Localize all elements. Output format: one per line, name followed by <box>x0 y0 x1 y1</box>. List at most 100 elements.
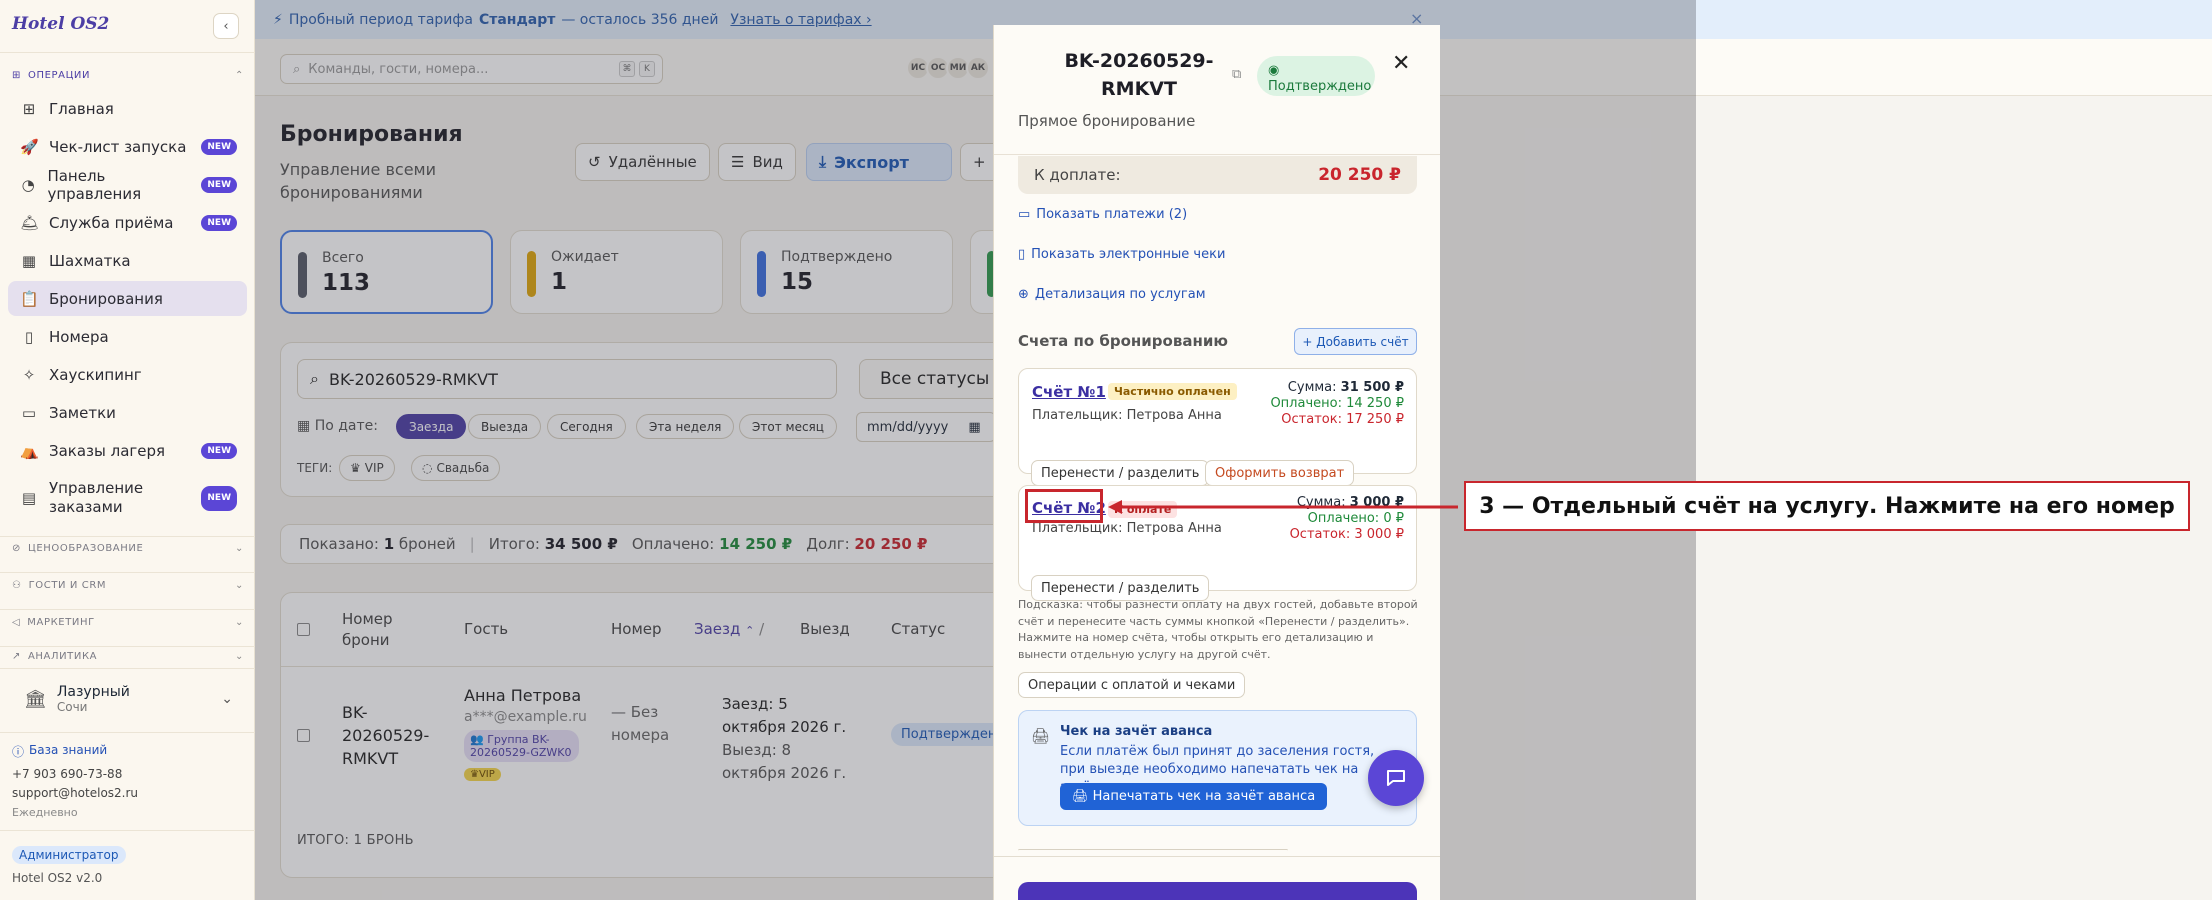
sidebar-item-label: Служба приёма <box>49 213 174 232</box>
knowledge-base-label: База знаний <box>29 743 108 757</box>
app-version: Hotel OS2 v2.0 <box>12 871 103 885</box>
drawer-subtitle: Прямое бронирование <box>1018 112 1196 130</box>
sidebar-item-label: Номера <box>49 327 109 346</box>
sidebar-divider <box>0 830 255 831</box>
chevron-down-icon: ⌄ <box>235 579 244 591</box>
gauge-icon: ◔ <box>21 175 35 194</box>
help-icon: ⓘ <box>12 745 25 759</box>
sum-value: 31 500 ₽ <box>1340 380 1404 395</box>
support-email[interactable]: support@hotelos2.ru <box>12 786 138 800</box>
sidebar-item-bookings[interactable]: 📋 Бронирования <box>8 281 247 316</box>
sidebar-item-label: Заметки <box>49 403 116 422</box>
sidebar-item-launch-checklist[interactable]: 🚀 Чек-лист запуска NEW <box>8 129 247 164</box>
note-icon: ▭ <box>21 403 37 422</box>
show-payments-link[interactable]: ▭ Показать платежи (2) <box>1018 207 1187 222</box>
annotation-highlight <box>1025 489 1103 523</box>
sidebar-item-rooms[interactable]: ▯ Номера <box>8 319 247 354</box>
sidebar-item-label: Чек-лист запуска <box>49 137 187 156</box>
sidebar-item-home[interactable]: ⊞ Главная <box>8 91 247 126</box>
sidebar-item-camp-orders[interactable]: ⛺ Заказы лагеря NEW <box>8 433 247 468</box>
check-circle-icon: ◉ <box>1268 63 1280 78</box>
printer-icon: 🖨 <box>1031 727 1051 745</box>
sidebar-divider <box>0 646 255 647</box>
sidebar-item-dashboard[interactable]: ◔ Панель управления NEW <box>8 166 247 203</box>
sidebar-divider <box>0 52 255 53</box>
sidebar-item-order-management[interactable]: ▤ Управление заказами NEW <box>8 476 247 520</box>
sidebar-section-operations[interactable]: ⊞ ОПЕРАЦИИ ⌃ <box>12 64 244 86</box>
account-sum: Сумма: 31 500 ₽ <box>1270 380 1404 396</box>
print-advance-button[interactable]: 🖨 Напечатать чек на зачёт аванса <box>1060 783 1328 810</box>
annotation-arrow-icon <box>1108 500 1458 514</box>
drawer-primary-button[interactable] <box>1018 882 1417 900</box>
payment-operations-button[interactable]: Операции с оплатой и чеками <box>1018 672 1246 698</box>
new-badge: NEW <box>201 176 237 193</box>
drawer-title: BK-20260529-RMKVT <box>1064 50 1214 100</box>
receipt-icon: ▯ <box>1018 247 1026 262</box>
drawer-header: BK-20260529-RMKVT ⧉ ◉ Подтверждено ✕ Прям… <box>994 25 1440 155</box>
sidebar-item-label: Шахматка <box>49 251 131 270</box>
sidebar-item-front-desk[interactable]: 🛎 Служба приёма NEW <box>8 205 247 240</box>
sidebar-section-analytics[interactable]: ↗ АНАЛИТИКА ⌄ <box>12 648 244 664</box>
booking-drawer: К доплате: 20 250 ₽ BK-20260529-RMKVT ⧉ … <box>993 25 1440 900</box>
new-badge: NEW <box>201 138 237 155</box>
modal-backdrop[interactable] <box>255 0 1696 900</box>
megaphone-icon: ◁ <box>12 616 21 628</box>
support-phone[interactable]: +7 903 690-73-88 <box>12 767 122 781</box>
sidebar-item-chessboard[interactable]: ▦ Шахматка <box>8 243 247 278</box>
app-logo[interactable]: Hotel OS2 <box>12 14 109 34</box>
account-card: Счёт №1 Частично оплачен Плательщик: Пет… <box>1018 368 1417 486</box>
sidebar-section-pricing[interactable]: ⊘ ЦЕНООБРАЗОВАНИЕ ⌄ <box>12 537 244 559</box>
advance-title: Чек на зачёт аванса <box>1060 724 1213 739</box>
plus-circle-icon: ⊕ <box>1018 287 1029 302</box>
sidebar-item-label: Хаускипинг <box>49 365 142 384</box>
door-icon: ▯ <box>24 327 34 346</box>
support-hours: Ежедневно <box>12 806 78 819</box>
chevron-up-icon: ⌃ <box>235 69 244 81</box>
sidebar-item-label: Панель управления <box>47 166 142 203</box>
new-badge: NEW <box>201 442 237 459</box>
due-value: 20 250 ₽ <box>1318 165 1401 185</box>
sidebar-divider <box>0 668 255 669</box>
annotation-text: 3 — Отдельный счёт на услугу. Нажмите на… <box>1479 493 2175 519</box>
sidebar-item-housekeeping[interactable]: ✧ Хаускипинг <box>8 357 247 392</box>
knowledge-base-link[interactable]: ⓘ База знаний <box>12 743 107 760</box>
advance-receipt-panel: 🖨 Чек на зачёт аванса Если платёж был пр… <box>1018 710 1417 826</box>
chevron-down-icon: ⌄ <box>235 616 244 628</box>
copy-icon[interactable]: ⧉ <box>1232 67 1241 82</box>
refund-button[interactable]: Оформить возврат <box>1205 460 1355 486</box>
sidebar-section-label: ЦЕНООБРАЗОВАНИЕ <box>27 542 144 554</box>
chat-icon <box>1387 770 1405 786</box>
account-paid: Оплачено: 14 250 ₽ <box>1270 396 1404 411</box>
grid-icon: ⊞ <box>22 99 36 118</box>
sidebar-section-marketing[interactable]: ◁ МАРКЕТИНГ ⌄ <box>12 611 244 633</box>
new-badge: NEW <box>201 485 237 511</box>
sidebar-section-guests-crm[interactable]: ⚇ ГОСТИ И CRM ⌄ <box>12 574 244 596</box>
split-button[interactable]: Перенести / разделить <box>1031 460 1210 486</box>
hotel-city: Сочи <box>56 700 88 714</box>
account-rest: Остаток: 17 250 ₽ <box>1281 412 1404 427</box>
chevron-left-icon[interactable]: ‹ <box>213 13 239 39</box>
account-number-link[interactable]: Счёт №1 <box>1032 383 1106 401</box>
hint-text: Подсказка: чтобы разнести оплату на двух… <box>1018 598 1418 661</box>
sidebar-item-notes[interactable]: ▭ Заметки <box>8 395 247 430</box>
account-payer: Плательщик: Петрова Анна <box>1032 521 1222 536</box>
chevron-down-icon: ⌄ <box>221 691 233 707</box>
add-account-button[interactable]: + Добавить счёт <box>1294 328 1417 355</box>
card-icon: ▭ <box>1018 207 1031 222</box>
close-icon[interactable]: ✕ <box>1392 51 1410 76</box>
sidebar-section-label: ГОСТИ И CRM <box>28 579 107 591</box>
role-badge: Администратор <box>12 846 126 864</box>
tent-icon: ⛺ <box>20 441 39 460</box>
hotel-switcher[interactable]: 🏛 Лазурный Сочи ⌄ <box>8 670 247 728</box>
grid-icon: ⊞ <box>12 69 21 81</box>
chevron-down-icon: ⌄ <box>235 650 244 662</box>
services-details-label: Детализация по услугам <box>1034 287 1206 302</box>
next-element-edge <box>1018 849 1288 852</box>
show-receipts-link[interactable]: ▯ Показать электронные чеки <box>1018 247 1225 262</box>
drawer-footer-divider <box>994 856 1440 857</box>
bell-icon: 🛎 <box>20 213 40 232</box>
chat-button[interactable] <box>1368 750 1424 806</box>
table-grid-icon: ▦ <box>21 251 37 270</box>
services-details-link[interactable]: ⊕ Детализация по услугам <box>1018 287 1206 302</box>
tag-icon: ⊘ <box>12 542 21 554</box>
